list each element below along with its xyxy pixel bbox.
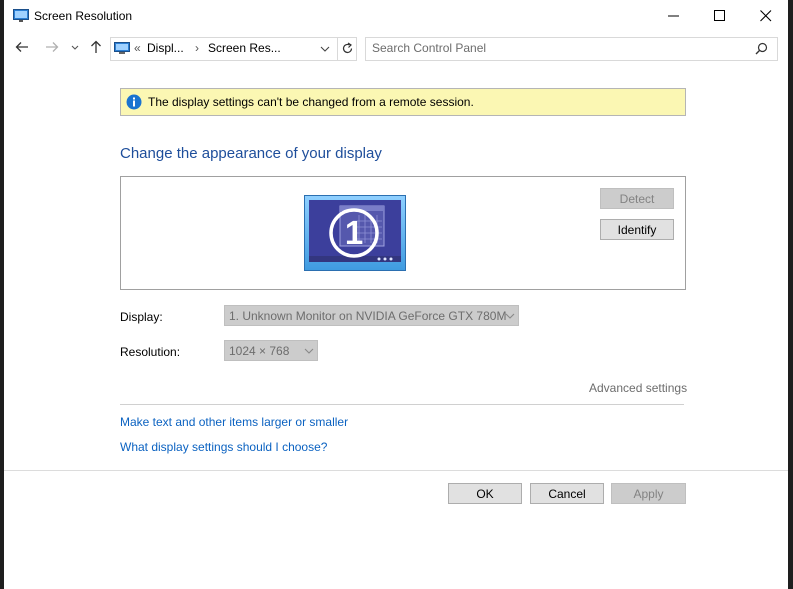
forward-button[interactable] bbox=[44, 39, 64, 59]
up-button[interactable] bbox=[88, 39, 108, 59]
chevron-down-icon bbox=[320, 46, 330, 52]
back-arrow-icon bbox=[15, 42, 28, 52]
search-input[interactable] bbox=[372, 40, 742, 56]
ok-button[interactable]: OK bbox=[448, 483, 522, 504]
monitor-app-icon bbox=[13, 9, 29, 26]
cancel-button[interactable]: Cancel bbox=[530, 483, 604, 504]
info-icon bbox=[126, 94, 142, 113]
minimize-button[interactable] bbox=[651, 0, 697, 32]
apply-button[interactable]: Apply bbox=[611, 483, 686, 504]
breadcrumb-separator: › bbox=[195, 41, 199, 55]
chevron-down-icon bbox=[71, 45, 79, 50]
resolution-label: Resolution: bbox=[120, 345, 181, 359]
refresh-icon bbox=[342, 42, 353, 54]
address-history-button[interactable] bbox=[319, 43, 331, 58]
advanced-settings-link[interactable]: Advanced settings bbox=[589, 381, 687, 395]
chevron-down-icon bbox=[304, 348, 314, 354]
search-box[interactable] bbox=[365, 37, 778, 61]
control-panel-icon bbox=[114, 42, 130, 58]
info-bar: The display settings can't be changed fr… bbox=[120, 88, 686, 116]
breadcrumb-overflow[interactable]: « bbox=[134, 41, 141, 55]
close-button[interactable] bbox=[743, 0, 788, 32]
resolution-select[interactable]: 1024 × 768 bbox=[224, 340, 318, 361]
maximize-button[interactable] bbox=[697, 0, 743, 32]
screen-resolution-window: Screen Resolution « Displ... › Screen Re… bbox=[4, 0, 788, 589]
monitor-number: 1 bbox=[344, 214, 364, 251]
window-title: Screen Resolution bbox=[34, 9, 133, 23]
display-arrangement-panel: 1 Detect Identify bbox=[120, 176, 686, 290]
footer-divider bbox=[4, 470, 788, 471]
breadcrumb-display[interactable]: Displ... bbox=[147, 41, 184, 55]
page-title: Change the appearance of your display bbox=[120, 145, 382, 162]
maximize-icon bbox=[714, 10, 725, 21]
forward-arrow-icon bbox=[46, 42, 59, 52]
minimize-icon bbox=[668, 15, 679, 17]
refresh-button[interactable] bbox=[337, 38, 357, 60]
text-size-link[interactable]: Make text and other items larger or smal… bbox=[120, 415, 348, 429]
display-select[interactable]: 1. Unknown Monitor on NVIDIA GeForce GTX… bbox=[224, 305, 519, 326]
search-icon[interactable] bbox=[755, 42, 768, 58]
display-help-link[interactable]: What display settings should I choose? bbox=[120, 440, 327, 454]
info-message: The display settings can't be changed fr… bbox=[148, 95, 474, 109]
monitor-1-thumbnail[interactable]: 1 bbox=[304, 195, 406, 271]
up-arrow-icon bbox=[91, 40, 101, 53]
title-bar[interactable]: Screen Resolution bbox=[4, 0, 788, 32]
divider bbox=[120, 404, 684, 405]
chevron-down-icon bbox=[505, 313, 515, 319]
display-label: Display: bbox=[120, 310, 163, 324]
breadcrumb-screen-resolution[interactable]: Screen Res... bbox=[208, 41, 281, 55]
display-select-value: 1. Unknown Monitor on NVIDIA GeForce GTX… bbox=[229, 309, 507, 323]
identify-button[interactable]: Identify bbox=[600, 219, 674, 240]
back-button[interactable] bbox=[14, 39, 34, 59]
close-icon bbox=[760, 10, 772, 22]
recent-locations-button[interactable] bbox=[70, 39, 82, 59]
address-bar[interactable]: « Displ... › Screen Res... bbox=[110, 37, 357, 61]
navigation-bar: « Displ... › Screen Res... bbox=[4, 33, 788, 63]
resolution-select-value: 1024 × 768 bbox=[229, 344, 290, 358]
detect-button[interactable]: Detect bbox=[600, 188, 674, 209]
